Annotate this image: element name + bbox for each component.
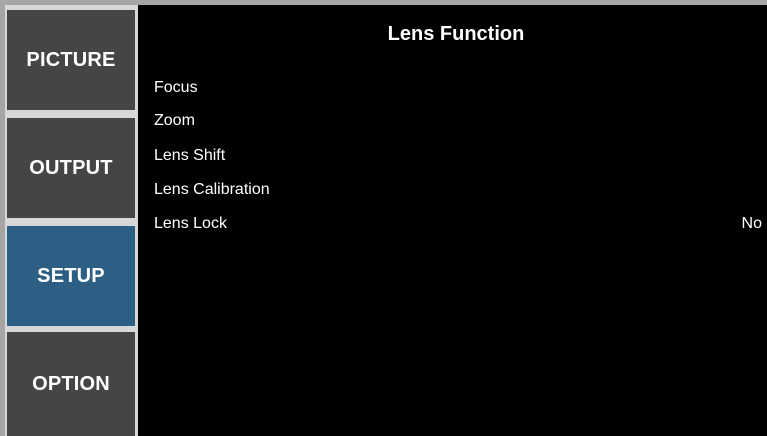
- menu-item-label: Lens Shift: [154, 147, 226, 164]
- tab-setup[interactable]: SETUP: [7, 226, 135, 326]
- menu-item-label: Zoom: [154, 112, 195, 129]
- menu-item-label: Lens Lock: [154, 215, 227, 232]
- lens-lock-value: No: [741, 215, 762, 232]
- tab-option[interactable]: OPTION: [7, 332, 135, 436]
- menu-item-lens-shift[interactable]: Lens Shift: [150, 143, 764, 169]
- menu-item-lens-calibration[interactable]: Lens Calibration: [150, 177, 764, 203]
- tab-output[interactable]: OUTPUT: [7, 118, 135, 218]
- menu-title: Lens Function: [387, 23, 525, 45]
- tab-picture[interactable]: PICTURE: [7, 10, 135, 110]
- menu-item-label: Focus: [154, 79, 198, 96]
- menu-item-zoom[interactable]: Zoom: [150, 108, 764, 134]
- menu-item-lens-lock[interactable]: Lens Lock No: [150, 211, 764, 237]
- menu-item-focus[interactable]: Focus: [150, 75, 764, 101]
- menu-item-label: Lens Calibration: [154, 181, 270, 198]
